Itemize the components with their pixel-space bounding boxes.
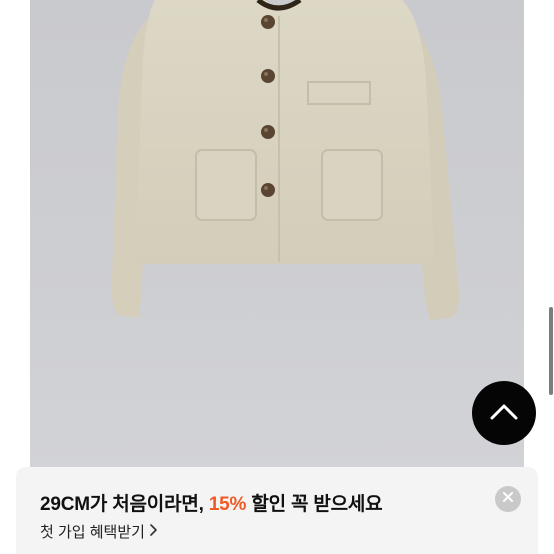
signup-promo-banner: 29CM가 처음이라면, 15% 할인 꼭 받으세요 첫 가입 혜택받기 (16, 467, 538, 554)
product-image[interactable] (30, 0, 524, 470)
signup-benefit-link[interactable]: 첫 가입 혜택받기 (40, 521, 158, 542)
banner-close-button[interactable] (495, 486, 521, 512)
jacket-illustration (111, 0, 459, 320)
scrollbar[interactable] (549, 307, 553, 395)
signup-benefit-label: 첫 가입 혜택받기 (40, 524, 145, 541)
scroll-top-button[interactable] (472, 381, 536, 445)
promo-title-suffix: 할인 꼭 받으세요 (246, 494, 383, 515)
promo-title: 29CM가 처음이라면, 15% 할인 꼭 받으세요 (40, 489, 383, 516)
promo-title-prefix: 29CM가 처음이라면, (40, 494, 209, 515)
product-page: 29CM가 처음이라면, 15% 할인 꼭 받으세요 첫 가입 혜택받기 (0, 0, 554, 554)
chevron-up-icon (489, 403, 519, 424)
promo-discount-percent: 15% (208, 494, 247, 515)
chevron-right-icon (149, 523, 158, 541)
close-icon (502, 490, 514, 508)
